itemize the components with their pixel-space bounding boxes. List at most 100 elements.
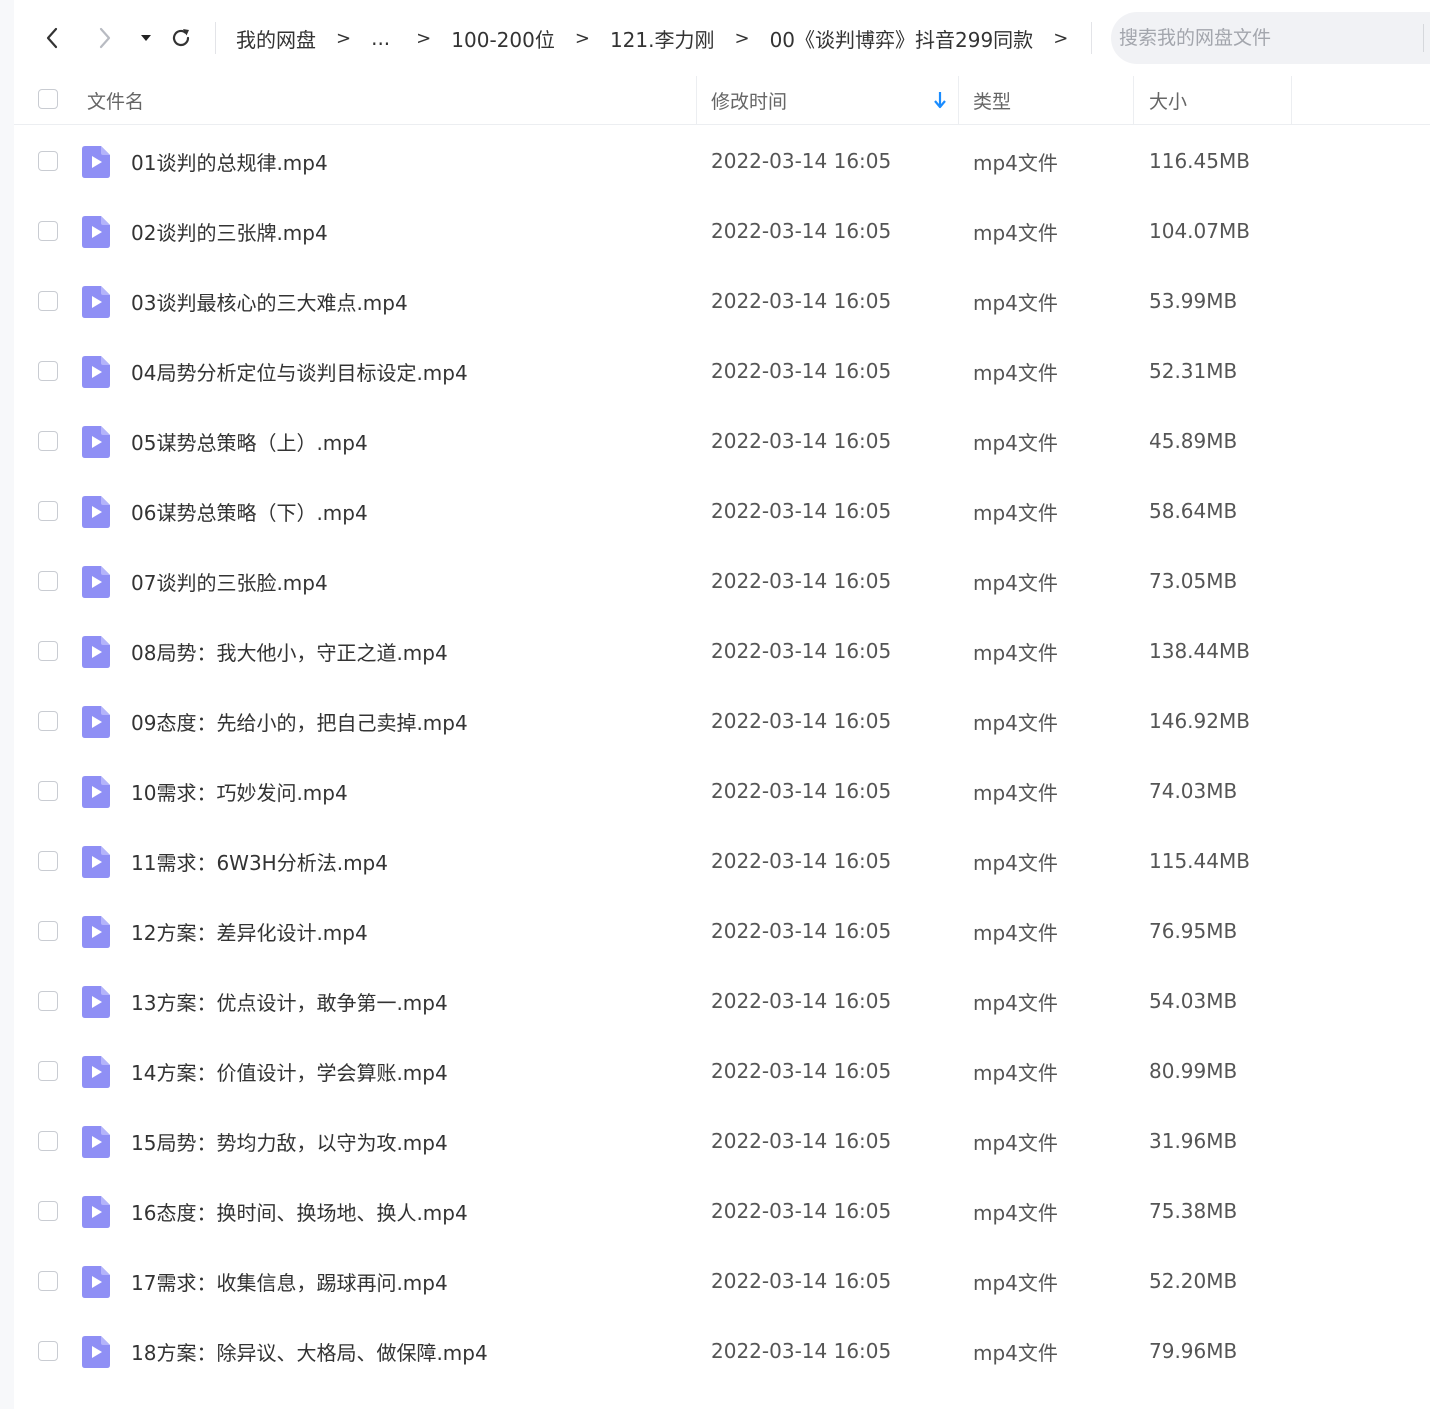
column-header-size[interactable]: 大小	[1149, 76, 1187, 124]
row-checkbox[interactable]	[38, 221, 58, 241]
file-name[interactable]: 06谋势总策略（下）.mp4	[131, 476, 368, 546]
column-divider[interactable]	[1133, 76, 1134, 124]
table-row[interactable]: 10需求：巧妙发问.mp4 2022-03-14 16:05 mp4文件 74.…	[14, 756, 1430, 826]
file-type: mp4文件	[973, 1130, 1058, 1155]
search-divider	[1423, 24, 1424, 52]
file-name[interactable]: 07谈判的三张脸.mp4	[131, 546, 328, 616]
row-checkbox[interactable]	[38, 501, 58, 521]
breadcrumb-item-author[interactable]: 121.李力刚	[610, 24, 715, 53]
table-row[interactable]: 16态度：换时间、换场地、换人.mp4 2022-03-14 16:05 mp4…	[14, 1176, 1430, 1246]
breadcrumb-item-rank[interactable]: 100-200位	[451, 24, 555, 53]
file-name[interactable]: 13方案：优点设计，敢争第一.mp4	[131, 966, 448, 1036]
table-row[interactable]: 13方案：优点设计，敢争第一.mp4 2022-03-14 16:05 mp4文…	[14, 966, 1430, 1036]
video-file-icon	[82, 916, 110, 948]
column-header-name[interactable]: 文件名	[87, 76, 144, 124]
file-type: mp4文件	[973, 220, 1058, 245]
file-modified-time: 2022-03-14 16:05	[711, 149, 892, 173]
table-row[interactable]: 04局势分析定位与谈判目标设定.mp4 2022-03-14 16:05 mp4…	[14, 336, 1430, 406]
file-name[interactable]: 08局势：我大他小，守正之道.mp4	[131, 616, 448, 686]
refresh-button[interactable]	[166, 22, 196, 54]
select-all-checkbox[interactable]	[38, 89, 58, 109]
file-modified-time: 2022-03-14 16:05	[711, 1269, 892, 1293]
file-name[interactable]: 15局势：势均力敌，以守为攻.mp4	[131, 1106, 448, 1176]
row-checkbox[interactable]	[38, 921, 58, 941]
row-checkbox[interactable]	[38, 361, 58, 381]
file-name[interactable]: 03谈判最核心的三大难点.mp4	[131, 266, 408, 336]
breadcrumb-item-ellipsis[interactable]: ...	[371, 26, 390, 50]
row-checkbox[interactable]	[38, 571, 58, 591]
file-name[interactable]: 18方案：除异议、大格局、做保障.mp4	[131, 1316, 488, 1386]
file-name[interactable]: 02谈判的三张牌.mp4	[131, 196, 328, 266]
file-modified-time: 2022-03-14 16:05	[711, 1339, 892, 1363]
table-row[interactable]: 02谈判的三张牌.mp4 2022-03-14 16:05 mp4文件 104.…	[14, 196, 1430, 266]
file-name[interactable]: 17需求：收集信息，踢球再问.mp4	[131, 1246, 448, 1316]
file-name[interactable]: 10需求：巧妙发问.mp4	[131, 756, 348, 826]
column-header-type[interactable]: 类型	[973, 76, 1011, 124]
column-divider[interactable]	[696, 76, 697, 124]
table-header: 文件名 修改时间 类型 大小	[14, 76, 1430, 125]
toolbar-divider	[1091, 22, 1092, 54]
row-checkbox[interactable]	[38, 781, 58, 801]
table-row[interactable]: 01谈判的总规律.mp4 2022-03-14 16:05 mp4文件 116.…	[14, 126, 1430, 196]
file-name[interactable]: 14方案：价值设计，学会算账.mp4	[131, 1036, 448, 1106]
file-list: 01谈判的总规律.mp4 2022-03-14 16:05 mp4文件 116.…	[14, 126, 1430, 1386]
row-checkbox[interactable]	[38, 851, 58, 871]
chevron-left-icon	[46, 27, 58, 49]
row-checkbox[interactable]	[38, 641, 58, 661]
table-row[interactable]: 05谋势总策略（上）.mp4 2022-03-14 16:05 mp4文件 45…	[14, 406, 1430, 476]
file-size: 31.96MB	[1149, 1129, 1238, 1153]
history-dropdown-button[interactable]	[131, 22, 161, 54]
breadcrumb: 我的网盘 > ... > 100-200位 > 121.李力刚 > 00《谈判博…	[236, 22, 1088, 54]
row-checkbox[interactable]	[38, 1131, 58, 1151]
table-row[interactable]: 14方案：价值设计，学会算账.mp4 2022-03-14 16:05 mp4文…	[14, 1036, 1430, 1106]
file-modified-time: 2022-03-14 16:05	[711, 1059, 892, 1083]
table-row[interactable]: 17需求：收集信息，踢球再问.mp4 2022-03-14 16:05 mp4文…	[14, 1246, 1430, 1316]
column-header-modified[interactable]: 修改时间	[711, 76, 787, 124]
table-row[interactable]: 09态度：先给小的，把自己卖掉.mp4 2022-03-14 16:05 mp4…	[14, 686, 1430, 756]
column-divider[interactable]	[958, 76, 959, 124]
table-row[interactable]: 12方案：差异化设计.mp4 2022-03-14 16:05 mp4文件 76…	[14, 896, 1430, 966]
breadcrumb-item-root[interactable]: 我的网盘	[236, 24, 316, 53]
row-checkbox[interactable]	[38, 1201, 58, 1221]
toolbar: 我的网盘 > ... > 100-200位 > 121.李力刚 > 00《谈判博…	[14, 0, 1430, 76]
table-row[interactable]: 18方案：除异议、大格局、做保障.mp4 2022-03-14 16:05 mp…	[14, 1316, 1430, 1386]
forward-button[interactable]	[90, 22, 120, 54]
video-file-icon	[82, 706, 110, 738]
file-type: mp4文件	[973, 430, 1058, 455]
file-name[interactable]: 11需求：6W3H分析法.mp4	[131, 826, 388, 896]
file-name[interactable]: 05谋势总策略（上）.mp4	[131, 406, 368, 476]
file-size: 45.89MB	[1149, 429, 1238, 453]
caret-down-icon	[141, 35, 151, 41]
file-name[interactable]: 09态度：先给小的，把自己卖掉.mp4	[131, 686, 468, 756]
row-checkbox[interactable]	[38, 431, 58, 451]
file-type: mp4文件	[973, 640, 1058, 665]
row-checkbox[interactable]	[38, 1341, 58, 1361]
file-size: 80.99MB	[1149, 1059, 1238, 1083]
search-box	[1111, 12, 1430, 64]
search-input[interactable]	[1117, 26, 1411, 50]
row-checkbox[interactable]	[38, 151, 58, 171]
file-name[interactable]: 01谈判的总规律.mp4	[131, 126, 328, 196]
back-button[interactable]	[37, 22, 67, 54]
file-size: 75.38MB	[1149, 1199, 1238, 1223]
row-checkbox[interactable]	[38, 711, 58, 731]
file-modified-time: 2022-03-14 16:05	[711, 219, 892, 243]
table-row[interactable]: 03谈判最核心的三大难点.mp4 2022-03-14 16:05 mp4文件 …	[14, 266, 1430, 336]
column-divider[interactable]	[1291, 76, 1292, 124]
table-row[interactable]: 15局势：势均力敌，以守为攻.mp4 2022-03-14 16:05 mp4文…	[14, 1106, 1430, 1176]
breadcrumb-item-current[interactable]: 00《谈判博弈》抖音299同款	[770, 24, 1034, 53]
table-row[interactable]: 07谈判的三张脸.mp4 2022-03-14 16:05 mp4文件 73.0…	[14, 546, 1430, 616]
file-name[interactable]: 04局势分析定位与谈判目标设定.mp4	[131, 336, 468, 406]
row-checkbox[interactable]	[38, 291, 58, 311]
row-checkbox[interactable]	[38, 1271, 58, 1291]
table-row[interactable]: 08局势：我大他小，守正之道.mp4 2022-03-14 16:05 mp4文…	[14, 616, 1430, 686]
file-name[interactable]: 12方案：差异化设计.mp4	[131, 896, 368, 966]
table-row[interactable]: 06谋势总策略（下）.mp4 2022-03-14 16:05 mp4文件 58…	[14, 476, 1430, 546]
table-row[interactable]: 11需求：6W3H分析法.mp4 2022-03-14 16:05 mp4文件 …	[14, 826, 1430, 896]
video-file-icon	[82, 636, 110, 668]
file-name[interactable]: 16态度：换时间、换场地、换人.mp4	[131, 1176, 468, 1246]
video-file-icon	[82, 216, 110, 248]
arrow-down-icon[interactable]	[932, 88, 948, 112]
row-checkbox[interactable]	[38, 1061, 58, 1081]
row-checkbox[interactable]	[38, 991, 58, 1011]
